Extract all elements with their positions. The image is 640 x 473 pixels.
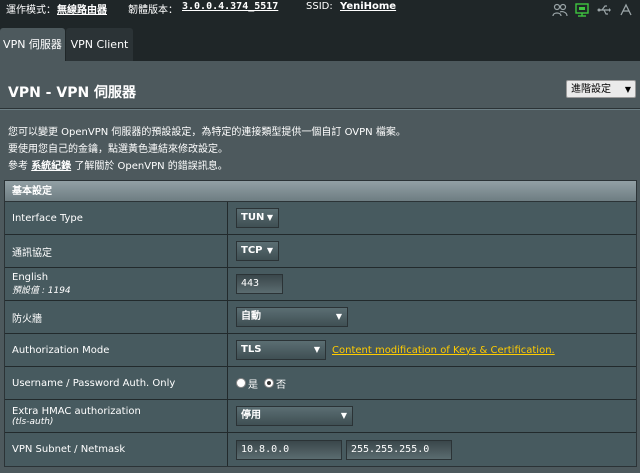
subnet-input[interactable]: 10.8.0.0 <box>236 439 342 460</box>
auth-mode-row: Authorization Mode TLS ▼ Content modific… <box>5 334 636 367</box>
hmac-label: Extra HMAC authorization <box>12 405 141 417</box>
usb-icon[interactable] <box>596 2 612 18</box>
userpass-no-label: 否 <box>276 379 286 391</box>
firewall-row: 防火牆 自動 ▼ <box>5 301 636 334</box>
interface-type-label: Interface Type <box>12 212 83 224</box>
description-line-2: 要使用您自己的金鑰，點選黃色連結來修改設定。 <box>8 144 228 155</box>
tab-vpn-server[interactable]: VPN 伺服器 <box>0 28 65 61</box>
system-log-link[interactable]: 系統紀錄 <box>31 161 71 172</box>
chevron-down-icon: ▼ <box>266 213 273 222</box>
firmware-value[interactable]: 3.0.0.4.374_5517 <box>182 1 278 12</box>
status-bar: 運作模式： 無線路由器 韌體版本： 3.0.0.4.374_5517 SSID:… <box>0 0 640 24</box>
interface-type-select[interactable]: TUN ▼ <box>236 208 279 228</box>
hmac-row: Extra HMAC authorization (tls-auth) 停用 ▼ <box>5 400 636 433</box>
subnet-label: VPN Subnet / Netmask <box>12 444 126 455</box>
hmac-sublabel: (tls-auth) <box>12 416 54 427</box>
divider <box>0 108 640 110</box>
userpass-yes-radio[interactable] <box>236 378 246 388</box>
firewall-label: 防火牆 <box>12 313 42 325</box>
protocol-value: TCP <box>241 245 263 256</box>
port-default-hint: 預設值 : 1194 <box>12 286 71 296</box>
userpass-yes-label: 是 <box>248 379 258 391</box>
page-title: VPN - VPN 伺服器 <box>8 85 137 101</box>
description-suffix: 了解關於 OpenVPN 的錯誤訊息。 <box>71 161 228 172</box>
userpass-no-radio[interactable] <box>264 378 274 388</box>
chevron-down-icon: ▼ <box>624 85 631 94</box>
basic-settings-table: 基本設定 Interface Type TUN ▼ 通訊協定 TCP ▼ Eng… <box>4 180 637 467</box>
firewall-value: 自動 <box>241 311 261 322</box>
chevron-down-icon: ▼ <box>335 312 342 321</box>
port-input[interactable]: 443 <box>236 274 283 294</box>
description-prefix: 參考 <box>8 161 32 172</box>
auth-mode-label: Authorization Mode <box>12 344 110 356</box>
keys-certification-link[interactable]: Content modification of Keys & Certifica… <box>332 345 555 356</box>
port-row: English 預設值 : 1194 443 <box>5 268 636 301</box>
userpass-row: Username / Password Auth. Only 是 否 <box>5 367 636 400</box>
firewall-select[interactable]: 自動 ▼ <box>236 307 348 327</box>
users-icon[interactable] <box>552 2 568 18</box>
tab-vpn-client[interactable]: VPN Client <box>66 28 133 61</box>
chevron-down-icon: ▼ <box>313 345 320 354</box>
interface-type-row: Interface Type TUN ▼ <box>5 202 636 235</box>
protocol-row: 通訊協定 TCP ▼ <box>5 235 636 268</box>
auth-mode-select[interactable]: TLS ▼ <box>236 340 326 360</box>
auth-mode-value: TLS <box>241 344 262 355</box>
mode-label: 運作模式： <box>6 5 56 16</box>
advanced-settings-select[interactable]: 進階設定 ▼ <box>566 80 636 98</box>
hmac-select[interactable]: 停用 ▼ <box>236 406 353 426</box>
chevron-down-icon: ▼ <box>266 246 273 255</box>
firmware-label: 韌體版本： <box>128 5 178 16</box>
mode-value[interactable]: 無線路由器 <box>57 1 107 16</box>
chevron-down-icon: ▼ <box>340 411 347 420</box>
connection-icon[interactable] <box>618 2 634 18</box>
tab-bar: VPN 伺服器 VPN Client <box>0 24 640 61</box>
description-line-3: 參考 系統紀錄 了解關於 OpenVPN 的錯誤訊息。 <box>8 157 228 172</box>
port-label: English <box>12 272 49 283</box>
protocol-select[interactable]: TCP ▼ <box>236 241 279 261</box>
userpass-label: Username / Password Auth. Only <box>12 377 176 389</box>
ssid-label: SSID: <box>306 1 333 12</box>
hmac-value: 停用 <box>241 410 261 421</box>
interface-type-value: TUN <box>241 212 265 223</box>
description-line-1: 您可以變更 OpenVPN 伺服器的預設設定，為特定的連接類型提供一個自訂 OV… <box>8 127 406 138</box>
network-icon[interactable] <box>574 2 590 18</box>
protocol-label: 通訊協定 <box>12 247 52 259</box>
advanced-settings-value: 進階設定 <box>571 84 611 95</box>
ssid-value[interactable]: YeniHome <box>340 1 396 12</box>
subnet-row: VPN Subnet / Netmask 10.8.0.0 255.255.25… <box>5 433 636 466</box>
section-title: 基本設定 <box>5 181 636 202</box>
netmask-input[interactable]: 255.255.255.0 <box>346 439 452 460</box>
